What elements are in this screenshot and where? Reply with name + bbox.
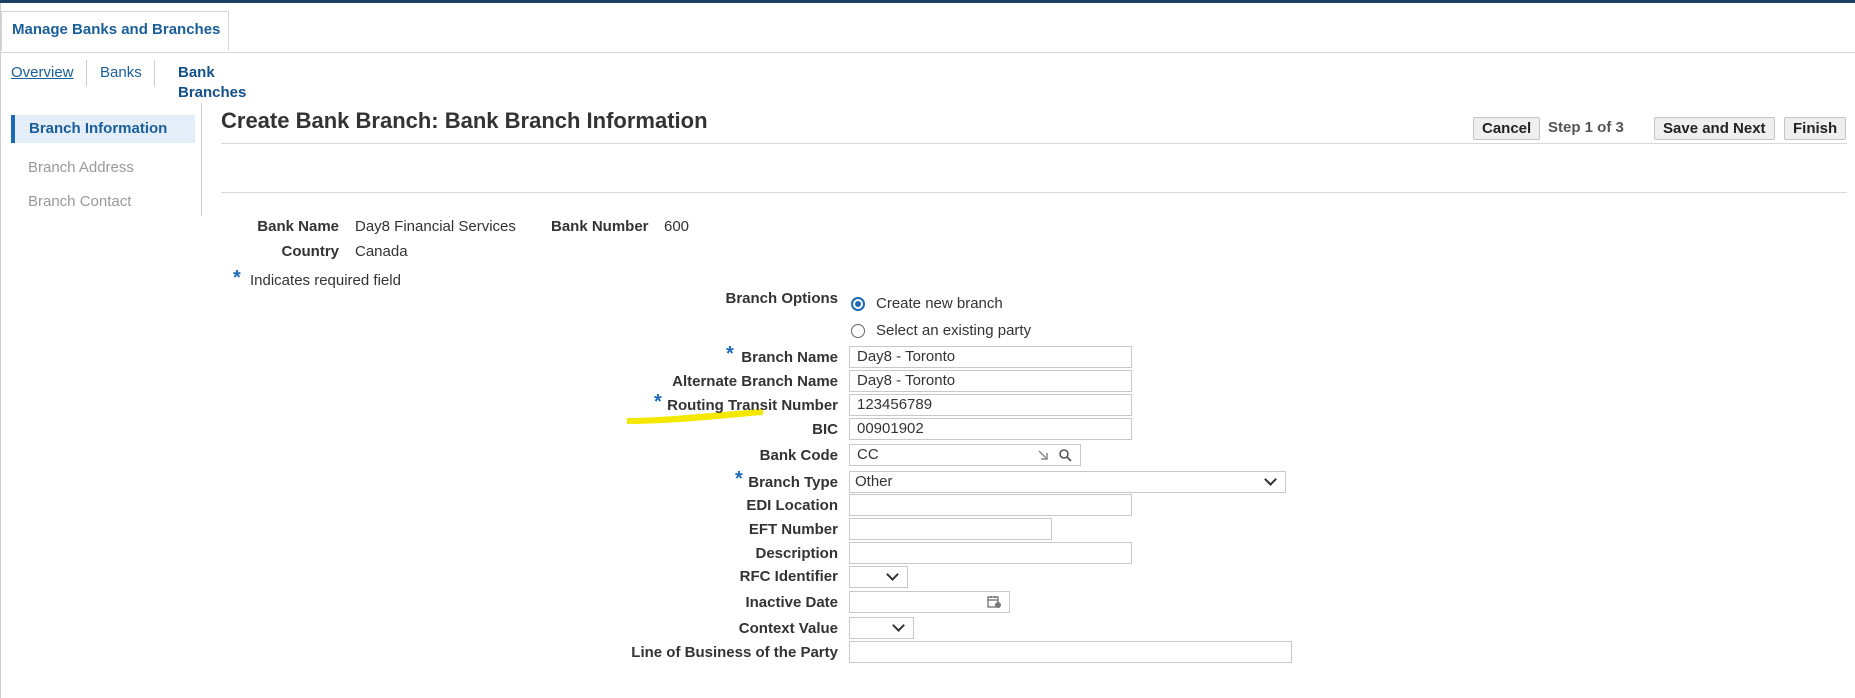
bank-name-label: Bank Name: [257, 218, 339, 235]
description-input[interactable]: [849, 542, 1132, 564]
bank-code-label: Bank Code: [759, 447, 838, 464]
country-label: Country: [281, 243, 340, 260]
eft-number-label: EFT Number: [748, 521, 838, 538]
bank-name-value: Day8 Financial Services: [355, 218, 516, 235]
bic-input[interactable]: 00901902: [849, 418, 1132, 440]
alternate-branch-name-label: Alternate Branch Name: [672, 373, 838, 390]
save-and-next-button[interactable]: Save and Next: [1654, 117, 1775, 140]
inactive-date-input[interactable]: [849, 591, 1010, 613]
branch-name-input[interactable]: Day8 - Toronto: [849, 346, 1132, 368]
required-field-note: Indicates required field: [250, 272, 401, 289]
edi-location-label: EDI Location: [746, 497, 838, 514]
finish-button[interactable]: Finish: [1784, 117, 1847, 140]
train-divider: [201, 103, 202, 216]
required-star: *: [233, 267, 241, 289]
left-border: [0, 3, 1, 698]
line-of-business-input[interactable]: [849, 641, 1292, 663]
create-new-branch-label[interactable]: Create new branch: [876, 295, 1003, 312]
required-star: *: [654, 391, 662, 413]
search-icon[interactable]: [1058, 448, 1072, 462]
branch-type-label: Branch Type: [748, 474, 838, 491]
calendar-icon[interactable]: [987, 595, 1002, 609]
bank-number-label: Bank Number: [551, 218, 649, 235]
bank-number-value: 600: [664, 218, 690, 235]
select-existing-party-label[interactable]: Select an existing party: [876, 322, 1031, 339]
description-label: Description: [755, 545, 838, 562]
line-of-business-label: Line of Business of the Party: [631, 644, 838, 661]
tab-strip: Manage Banks and Branches: [0, 3, 1855, 53]
section-divider: [221, 192, 1847, 193]
rfc-identifier-label: RFC Identifier: [739, 568, 838, 585]
edi-location-input[interactable]: [849, 494, 1132, 516]
subnav-separator: [154, 60, 155, 87]
step-indicator: Step 1 of 3: [1548, 119, 1624, 136]
branch-options-label: Branch Options: [725, 290, 838, 307]
select-existing-party-radio[interactable]: [851, 324, 865, 338]
subnav-banks[interactable]: Banks: [100, 63, 142, 83]
bank-code-value: CC: [857, 446, 879, 463]
bank-code-input[interactable]: CC: [849, 444, 1081, 466]
inactive-date-label: Inactive Date: [745, 594, 838, 611]
subnav-bank-branches[interactable]: Bank Branches: [178, 63, 246, 103]
subnav-separator: [86, 60, 87, 87]
bic-label: BIC: [812, 421, 838, 438]
alternate-branch-name-input[interactable]: Day8 - Toronto: [849, 370, 1132, 392]
create-new-branch-radio[interactable]: [851, 297, 865, 311]
tab-manage-banks-and-branches[interactable]: Manage Banks and Branches: [1, 11, 229, 51]
train-item-branch-address[interactable]: Branch Address: [11, 154, 195, 182]
subnav-overview[interactable]: Overview: [11, 63, 74, 83]
chevron-down-icon: [1264, 473, 1277, 486]
branch-type-select[interactable]: Other: [849, 471, 1286, 493]
rfc-identifier-select[interactable]: [849, 566, 908, 588]
title-divider: [221, 143, 1847, 144]
chevron-down-icon: [886, 568, 899, 581]
context-value-select[interactable]: [849, 617, 914, 639]
eft-number-input[interactable]: [849, 518, 1052, 540]
cancel-button[interactable]: Cancel: [1473, 117, 1541, 140]
clear-arrow-icon[interactable]: [1037, 449, 1049, 461]
required-star: *: [726, 343, 734, 365]
train-item-branch-contact[interactable]: Branch Contact: [11, 188, 195, 216]
page-title: Create Bank Branch: Bank Branch Informat…: [221, 108, 708, 133]
country-value: Canada: [355, 243, 408, 260]
branch-type-value: Other: [855, 473, 893, 490]
routing-transit-number-label: Routing Transit Number: [667, 397, 838, 414]
train-item-branch-information[interactable]: Branch Information: [11, 115, 195, 143]
context-value-label: Context Value: [738, 620, 838, 637]
routing-transit-number-input[interactable]: 123456789: [849, 394, 1132, 416]
branch-name-label: Branch Name: [741, 349, 838, 366]
required-star: *: [735, 468, 743, 490]
chevron-down-icon: [892, 619, 905, 632]
